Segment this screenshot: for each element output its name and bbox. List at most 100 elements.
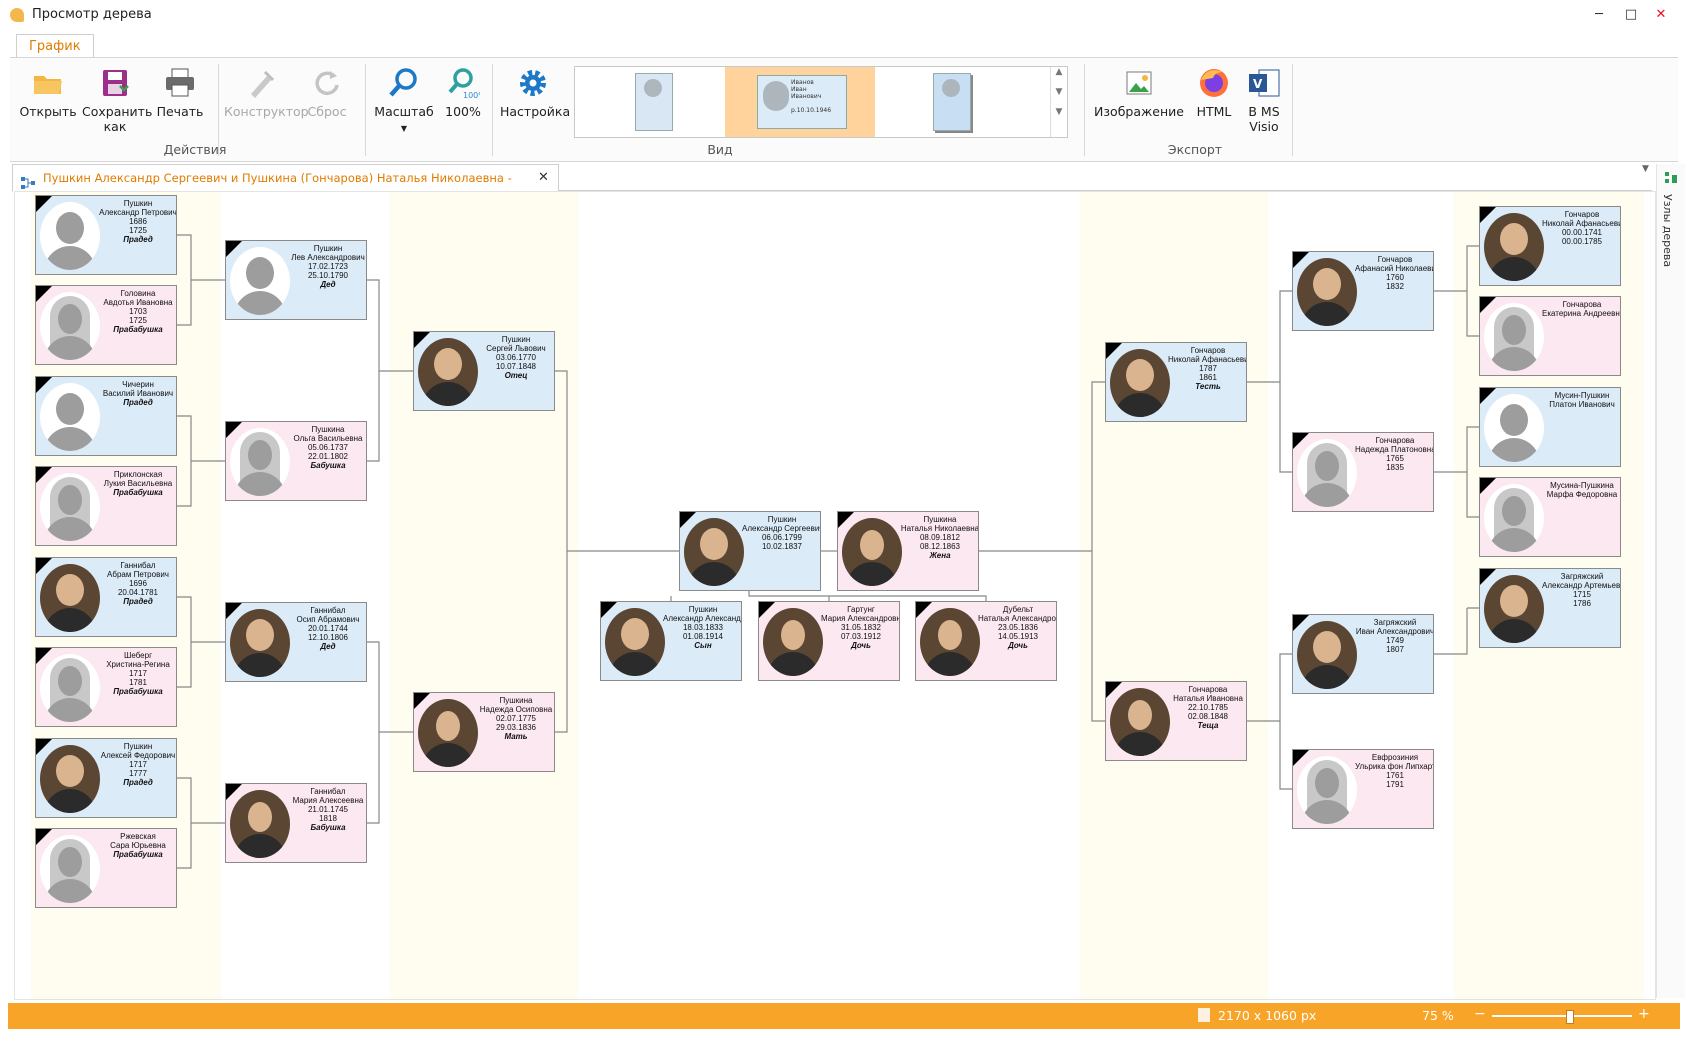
node-line: Гончаров: [1564, 210, 1600, 219]
node-marker-icon: [36, 467, 52, 483]
side-panel-label[interactable]: Узлы дерева: [1661, 194, 1674, 267]
gallery-sample-line1: Иванов: [791, 79, 814, 86]
reset-button[interactable]: Сброс: [304, 66, 350, 119]
node-line: 21.01.1745: [307, 805, 349, 814]
person-node[interactable]: Гончарова Екатерина Андреевна: [1479, 296, 1621, 376]
tree-nodes-icon[interactable]: [1664, 170, 1678, 184]
zoom-100-button[interactable]: 100% 100%: [440, 66, 486, 119]
person-node[interactable]: Гончаров Николай Афанасьевич 00.00.1741 00.…: [1479, 206, 1621, 286]
zoom-slider-thumb[interactable]: [1566, 1010, 1574, 1024]
node-line: 1749: [1386, 636, 1404, 645]
person-node[interactable]: Пушкин Лев Александрович 17.02.1723 25.10.1…: [225, 240, 367, 320]
person-node[interactable]: Ганнибал Мария Алексеевна 21.01.1745 1818 Ба…: [225, 783, 367, 863]
node-line: 1786: [1573, 599, 1591, 608]
tab-grafik[interactable]: График: [16, 34, 94, 59]
person-node[interactable]: Гартунг Мария Александровна 31.05.1832 07.0…: [758, 601, 900, 681]
node-text: Гончаров Николай Афанасьевич 00.00.1741 00.…: [1542, 210, 1620, 246]
node-text: Мусина-Пушкина Марфа Федоровна: [1542, 481, 1620, 499]
person-node[interactable]: Пушкина Надежда Осиповна 02.07.1775 29.03.1…: [413, 692, 555, 772]
gallery-style-vertical-alt[interactable]: [929, 67, 973, 137]
person-node[interactable]: Евфрозиния Ульрика фон Липхарт 1761 1791: [1292, 749, 1434, 829]
person-node[interactable]: Ганнибал Абрам Петрович 1696 20.04.1781 Прад…: [35, 557, 177, 637]
node-marker-icon: [1293, 750, 1309, 766]
zoom-button[interactable]: Масштаб ▼: [372, 66, 436, 136]
node-line: Наталья Александровна: [978, 614, 1056, 623]
node-relation: Прабабушка: [113, 325, 163, 334]
node-line: 17.02.1723: [307, 262, 349, 271]
ribbon-separator: [1084, 64, 1085, 156]
print-button[interactable]: Печать: [152, 66, 208, 119]
person-node[interactable]: Загряжский Иван Александрович 1749 1807: [1292, 614, 1434, 694]
node-line: Александр Артемьевич: [1542, 581, 1621, 590]
person-node[interactable]: Загряжский Александр Артемьевич 1715 1786: [1479, 568, 1621, 648]
node-line: 10.02.1837: [761, 542, 803, 551]
person-node[interactable]: Пушкин Алексей Федорович 1717 1777 Прадед: [35, 738, 177, 818]
person-node[interactable]: Пушкин Александр Сергеевич 06.06.1799 10.02…: [679, 511, 821, 591]
node-marker-icon: [1480, 569, 1496, 585]
node-marker-icon: [226, 784, 242, 800]
node-marker-icon: [414, 693, 430, 709]
export-image-label: Изображение: [1094, 104, 1184, 119]
person-node[interactable]: Приклонская Лукия Васильевна Прабабушка: [35, 466, 177, 546]
person-node[interactable]: Мусина-Пушкина Марфа Федоровна: [1479, 477, 1621, 557]
save-as-button[interactable]: Сохранить как: [82, 66, 152, 134]
zoom-in-icon[interactable]: +: [1638, 1006, 1650, 1022]
node-line: Пушкин: [501, 335, 531, 344]
person-node[interactable]: Пушкина Ольга Васильевна 05.06.1737 22.01.1…: [225, 421, 367, 501]
tree-canvas[interactable]: Пушкин Александр Петрович 1686 1725 Прадед Го…: [14, 191, 1656, 1000]
gallery-style-horizontal-selected[interactable]: Иванов Иван Иванович р.10.10.1946: [725, 67, 875, 137]
person-node[interactable]: Ганнибал Осип Абрамович 20.01.1744 12.10.18…: [225, 602, 367, 682]
node-relation: Прабабушка: [113, 850, 163, 859]
node-marker-icon: [1293, 433, 1309, 449]
person-node[interactable]: Гончаров Афанасий Николаевич 1760 1832: [1292, 251, 1434, 331]
node-marker-icon: [1480, 388, 1496, 404]
gallery-style-vertical[interactable]: [631, 67, 675, 137]
export-html-button[interactable]: HTML: [1190, 66, 1238, 119]
node-line: 1725: [129, 226, 147, 235]
node-relation: Жена: [929, 551, 951, 560]
node-relation: Прадед: [123, 597, 153, 606]
placeholder-avatar-icon: [40, 292, 100, 360]
ribbon-separator: [365, 64, 366, 156]
settings-button[interactable]: Настройка: [500, 66, 570, 119]
node-line: Авдотья Ивановна: [103, 298, 173, 307]
person-node[interactable]: Гончаров Николай Афанасьевич 1787 1861 Тесть: [1105, 342, 1247, 422]
node-relation: Бабушка: [310, 823, 346, 832]
node-line: 07.03.1912: [840, 632, 882, 641]
person-node[interactable]: ДубельтНаталья Александровна23.05.183614…: [915, 601, 1057, 681]
node-marker-icon: [226, 603, 242, 619]
constructor-button[interactable]: Конструктор: [224, 66, 309, 119]
node-line: 06.06.1799: [761, 533, 803, 542]
node-line: Наталья Николаевна: [900, 524, 979, 533]
person-node[interactable]: Пушкин Александр Петрович 1686 1725 Прадед: [35, 195, 177, 275]
person-node[interactable]: Головина Авдотья Ивановна 1703 1725 Прабабуш…: [35, 285, 177, 365]
node-line: 10.07.1848: [495, 362, 537, 371]
person-node[interactable]: Шеберг Христина-Регина 1717 1781 Прабабушка: [35, 647, 177, 727]
person-node[interactable]: Гончарова Надежда Платоновна 1765 1835: [1292, 432, 1434, 512]
gallery-scrollbar[interactable]: ▲ ▼ ▼: [1050, 67, 1067, 137]
person-node[interactable]: Ржевская Сара Юрьевна Прабабушка: [35, 828, 177, 908]
person-node[interactable]: Гончарова Наталья Ивановна 22.10.1785 02.08…: [1105, 681, 1247, 761]
person-node[interactable]: Пушкина Наталья Николаевна 08.09.1812 08.12…: [837, 511, 979, 591]
person-node[interactable]: Мусин-Пушкин Платон Иванович: [1479, 387, 1621, 467]
tab-list-dropdown-icon[interactable]: ▼: [1642, 164, 1649, 174]
node-line: 1818: [319, 814, 337, 823]
open-button[interactable]: Открыть: [18, 66, 78, 119]
zoom-slider[interactable]: [1492, 1015, 1632, 1017]
export-image-button[interactable]: Изображение: [1094, 66, 1184, 119]
zoom-out-icon[interactable]: −: [1474, 1006, 1486, 1022]
node-text: Пушкин Александр Петрович 1686 1725 Прадед: [98, 199, 176, 244]
side-panel: Узлы дерева: [1656, 164, 1685, 998]
node-line: Ганнибал: [120, 561, 156, 570]
close-window-button[interactable]: ✕: [1638, 0, 1684, 30]
person-node[interactable]: Пушкин Сергей Львович 03.06.1770 10.07.1848…: [413, 331, 555, 411]
save-icon: [98, 66, 132, 100]
person-node[interactable]: ПушкинАлександр Александрович18.03.18330…: [600, 601, 742, 681]
node-line: Наталья Ивановна: [1173, 694, 1243, 703]
person-node[interactable]: Чичерин Василий Иванович Прадед: [35, 376, 177, 456]
export-visio-button[interactable]: V В MS Visio: [1242, 66, 1286, 134]
document-tab[interactable]: Пушкин Александр Сергеевич и Пушкина (Го…: [12, 164, 559, 211]
node-line: Ганнибал: [310, 606, 346, 615]
node-line: 1835: [1386, 463, 1404, 472]
close-tab-icon[interactable]: ✕: [538, 165, 549, 191]
